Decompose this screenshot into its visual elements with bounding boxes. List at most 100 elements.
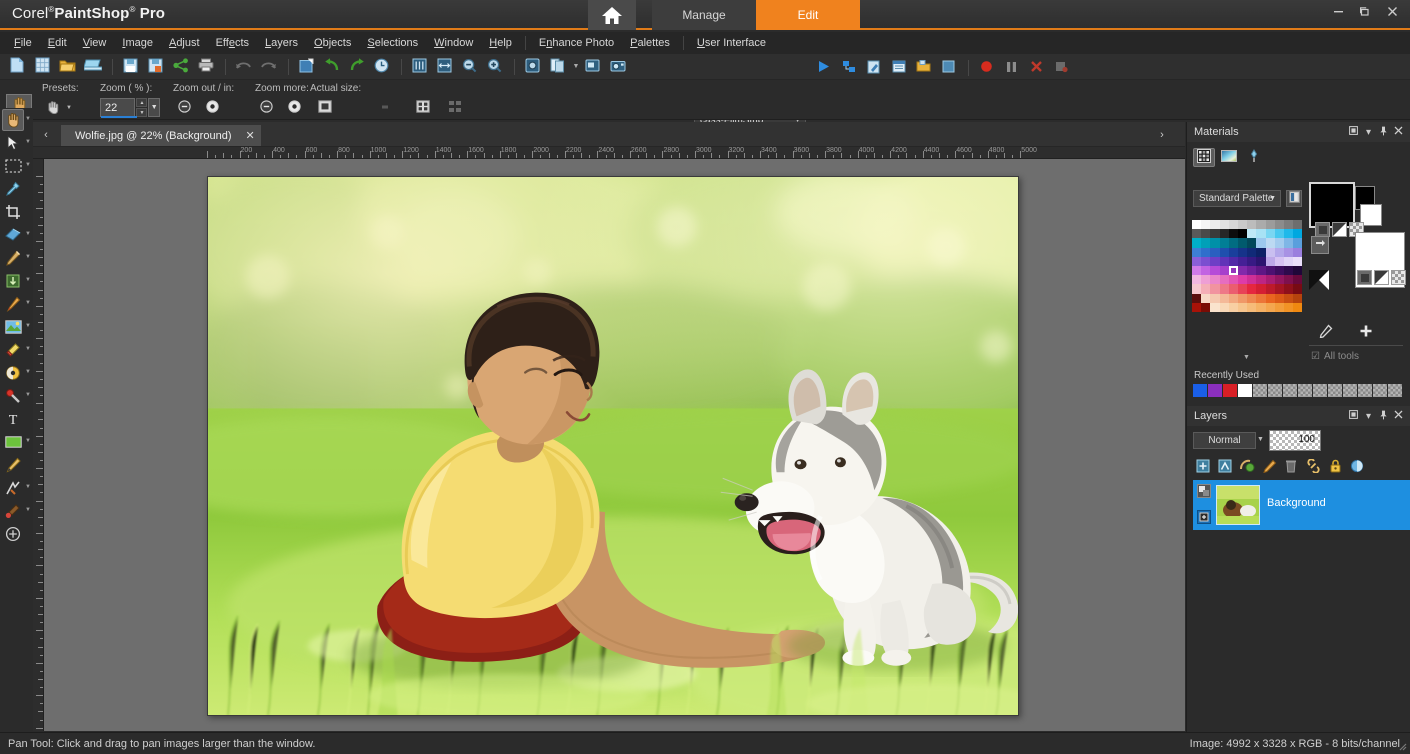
tool-pen[interactable] (0, 453, 33, 476)
browse-button[interactable] (81, 56, 104, 78)
tool-warp-brush[interactable]: ▼ (0, 476, 33, 499)
materials-tab-swatches[interactable] (1243, 148, 1265, 167)
new-mask-layer-button[interactable] (1236, 457, 1258, 477)
menu-image[interactable]: Image (114, 34, 161, 52)
tile-button[interactable] (445, 98, 465, 118)
zoom-stepper-up[interactable]: ▲ (136, 98, 148, 107)
color-swatch[interactable] (1192, 284, 1202, 294)
color-swatch[interactable] (1192, 256, 1202, 266)
color-swatch[interactable] (1247, 220, 1257, 230)
menu-objects[interactable]: Objects (306, 34, 359, 52)
tool-clone-brush[interactable]: ▼ (0, 246, 33, 269)
color-swatch[interactable] (1265, 302, 1275, 312)
color-swatch[interactable] (1283, 229, 1294, 239)
color-swatch[interactable] (1293, 284, 1303, 294)
run-script-button[interactable] (812, 57, 835, 79)
fg-gradient-button[interactable] (1332, 222, 1347, 237)
resize-grip-icon[interactable] (1397, 741, 1407, 751)
color-swatch[interactable] (1210, 265, 1220, 276)
tab-scroll-left[interactable]: ‹ (39, 127, 53, 142)
color-swatch[interactable] (1201, 256, 1211, 266)
duplicate-button[interactable] (408, 56, 431, 78)
layers-pin-button[interactable] (1376, 406, 1391, 426)
color-swatch[interactable] (1274, 256, 1284, 266)
materials-float-button[interactable] (1346, 122, 1361, 142)
tool-paint-brush[interactable]: ▼ (0, 292, 33, 315)
reset-colors-button[interactable] (1309, 270, 1329, 290)
workspace-tab-edit[interactable]: Edit (756, 0, 860, 30)
run-multiple-button[interactable] (837, 57, 860, 79)
color-swatch[interactable] (1283, 302, 1294, 312)
open-button[interactable] (56, 56, 79, 78)
bg-pattern-button[interactable] (1391, 270, 1406, 285)
delete-layer-button[interactable] (1280, 457, 1302, 477)
color-swatch[interactable] (1192, 229, 1202, 239)
recent-color-swatch[interactable] (1253, 384, 1267, 397)
screenshot-capture-button[interactable] (581, 56, 604, 78)
color-swatch[interactable] (1265, 284, 1275, 294)
zoom-out-button[interactable] (458, 56, 481, 78)
tool-tube-flyout[interactable]: ▼ (25, 323, 31, 329)
layers-float-button[interactable] (1346, 406, 1361, 426)
color-swatch[interactable] (1192, 247, 1202, 257)
color-swatch[interactable] (1210, 284, 1220, 294)
zoom-input[interactable]: 22 (100, 98, 137, 118)
color-swatch[interactable] (1210, 275, 1220, 285)
recent-color-swatch[interactable] (1283, 384, 1297, 397)
color-swatch[interactable] (1256, 256, 1266, 266)
recent-color-swatch[interactable] (1238, 384, 1252, 397)
menu-edit[interactable]: Edit (40, 34, 75, 52)
fill-button[interactable] (413, 98, 433, 118)
undo-green-button[interactable] (320, 56, 343, 78)
redo-green-button[interactable] (345, 56, 368, 78)
color-swatch[interactable] (1201, 238, 1211, 248)
zoom-dropdown[interactable]: ▼ (148, 98, 160, 117)
table-row[interactable]: Background (1193, 480, 1410, 530)
color-swatch[interactable] (1247, 284, 1257, 294)
tool-flood-fill[interactable]: ▼ (0, 384, 33, 407)
tool-shape[interactable]: ▼ (0, 430, 33, 453)
color-swatch[interactable] (1293, 293, 1303, 303)
tool-selection[interactable]: ▼ (0, 154, 33, 177)
color-swatch[interactable] (1283, 284, 1294, 294)
recent-color-swatch[interactable] (1193, 384, 1207, 397)
copy-button[interactable] (546, 56, 569, 78)
zoom-out-step-button[interactable] (173, 98, 195, 118)
color-swatch[interactable] (1228, 284, 1238, 294)
layers-menu-button[interactable]: ▾ (1361, 406, 1376, 426)
color-swatch[interactable] (1293, 247, 1303, 257)
bg-gradient-button[interactable] (1374, 270, 1389, 285)
save-recording-button[interactable] (1050, 57, 1073, 79)
tab-scroll-right[interactable]: › (1155, 127, 1169, 142)
menu-window[interactable]: Window (426, 34, 481, 52)
color-swatch[interactable] (1247, 265, 1257, 276)
eyedropper-small-button[interactable] (1315, 322, 1337, 342)
color-swatch[interactable] (1210, 256, 1220, 266)
layer-lock-toggle[interactable] (1197, 510, 1211, 524)
color-swatch[interactable] (1219, 284, 1229, 294)
pause-script-button[interactable] (1000, 57, 1023, 79)
close-button[interactable] (1380, 2, 1404, 24)
zoom-stepper-down[interactable]: ▼ (136, 108, 148, 117)
color-swatch[interactable] (1192, 293, 1202, 303)
color-swatch[interactable] (1237, 229, 1248, 239)
menu-palettes[interactable]: Palettes (622, 34, 678, 52)
tool-eraser[interactable]: ▼ (0, 338, 33, 361)
color-swatch[interactable] (1201, 302, 1211, 312)
history-button[interactable] (370, 56, 393, 78)
color-swatch[interactable] (1237, 256, 1248, 266)
color-swatch[interactable] (1201, 220, 1211, 230)
color-swatch[interactable] (1274, 238, 1284, 248)
menu-file[interactable]: File (6, 34, 40, 52)
menu-adjust[interactable]: Adjust (161, 34, 208, 52)
materials-tab-rainbow[interactable] (1218, 148, 1240, 167)
print-button[interactable] (194, 56, 217, 78)
color-swatch[interactable] (1210, 293, 1220, 303)
document-tab[interactable]: Wolfie.jpg @ 22% (Background) ✕ (61, 125, 261, 146)
color-swatch[interactable] (1192, 302, 1202, 312)
color-swatch[interactable] (1237, 284, 1248, 294)
color-swatch[interactable] (1265, 293, 1275, 303)
document-tab-close-icon[interactable]: ✕ (231, 129, 254, 142)
color-swatch[interactable] (1237, 293, 1248, 303)
layer-properties-button[interactable] (1346, 457, 1368, 477)
